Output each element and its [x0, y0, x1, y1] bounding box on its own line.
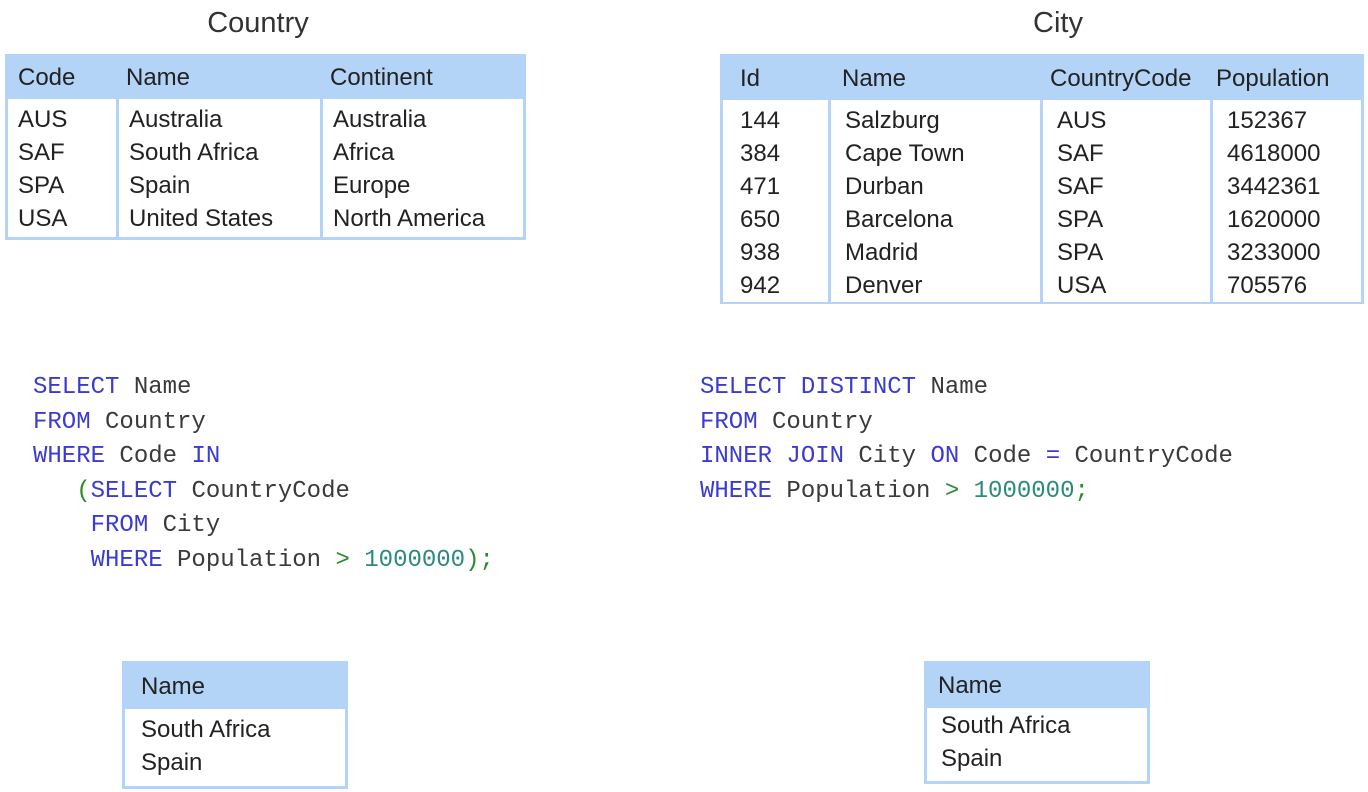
city-table: Id Name CountryCode Population 144 384 4… — [720, 54, 1364, 304]
table-cell: United States — [129, 205, 274, 232]
table-cell: 4618000 — [1227, 140, 1321, 167]
table-cell: Africa — [333, 139, 395, 166]
table-cell: SPA — [18, 172, 65, 199]
table-cell: Cape Town — [845, 140, 965, 167]
country-column-code: AUS SAF SPA USA — [8, 99, 116, 237]
table-cell: Australia — [333, 106, 427, 133]
result-column-name: South Africa Spain — [927, 708, 1147, 781]
code-line: FROM City — [33, 509, 494, 544]
subquery-result-table: Name South Africa Spain — [122, 661, 348, 789]
join-sql-code: SELECT DISTINCT Name FROM Country INNER JO… — [700, 371, 1233, 509]
country-header-name: Name — [116, 57, 320, 99]
sql-token: WHERE Population > 1000000); — [90, 546, 494, 574]
country-table-caption: Country — [207, 7, 309, 39]
table-cell: Spain — [141, 749, 203, 776]
code-line: FROM Country — [700, 406, 1233, 441]
table-cell: SAF — [18, 139, 65, 166]
table-cell: 471 — [740, 173, 781, 200]
table-cell: Denver — [845, 272, 923, 299]
code-line: (SELECT CountryCode — [33, 475, 494, 510]
result-column-name: South Africa Spain — [125, 709, 345, 786]
country-table: Code Name Continent AUS SAF SPA USA Aust… — [5, 54, 526, 240]
table-cell: SAF — [1057, 173, 1104, 200]
table-cell: 3233000 — [1227, 239, 1321, 266]
table-cell: 650 — [740, 206, 781, 233]
table-cell: SPA — [1057, 239, 1104, 266]
subquery-sql-code: SELECT Name FROM Country WHERE Code IN (SE… — [33, 371, 494, 578]
table-cell: 3442361 — [1227, 173, 1321, 200]
table-cell: Salzburg — [845, 107, 940, 134]
city-column-countrycode: AUS SAF SAF SPA SPA USA — [1040, 100, 1210, 302]
city-header-population: Population — [1210, 57, 1361, 100]
sql-token: (SELECT CountryCode — [76, 477, 350, 505]
table-cell: 144 — [740, 107, 781, 134]
country-header-continent: Continent — [320, 57, 523, 99]
sql-token: FROM Country — [700, 408, 873, 436]
city-header-id: Id — [723, 57, 828, 100]
sql-token: FROM City — [90, 512, 221, 539]
city-column-id: 144 384 471 650 938 942 — [723, 100, 828, 302]
table-cell: North America — [333, 205, 486, 232]
sql-token: FROM Country — [33, 408, 206, 436]
table-cell: 938 — [740, 239, 781, 266]
city-header-countrycode: CountryCode — [1040, 57, 1210, 100]
code-line: SELECT Name — [33, 371, 494, 406]
result-header-name: Name — [927, 664, 1147, 708]
code-line: WHERE Population > 1000000; — [700, 475, 1233, 510]
table-cell: USA — [1057, 272, 1107, 299]
code-line: WHERE Code IN — [33, 440, 494, 475]
table-cell: South Africa — [129, 139, 259, 166]
city-header-name: Name — [828, 57, 1040, 100]
table-cell: 705576 — [1227, 272, 1308, 299]
table-cell: AUS — [1057, 107, 1107, 134]
table-cell: 152367 — [1227, 107, 1308, 134]
table-cell: 1620000 — [1227, 206, 1321, 233]
code-line: FROM Country — [33, 406, 494, 441]
city-column-population: 152367 4618000 3442361 1620000 3233000 7… — [1210, 100, 1361, 302]
sql-token: SELECT Name — [33, 374, 192, 401]
code-line: SELECT DISTINCT Name — [700, 371, 1233, 406]
table-cell: Barcelona — [845, 206, 954, 233]
table-cell: Durban — [845, 173, 924, 200]
table-cell: Europe — [333, 172, 411, 199]
table-cell: Spain — [129, 172, 191, 199]
code-line: WHERE Population > 1000000); — [33, 544, 494, 579]
sql-token: INNER JOIN City ON Code = CountryCode — [700, 443, 1233, 470]
table-cell: SPA — [1057, 206, 1104, 233]
country-column-name: Australia South Africa Spain United Stat… — [116, 99, 320, 237]
table-cell: SAF — [1057, 140, 1104, 167]
join-result-table: Name South Africa Spain — [924, 661, 1150, 784]
table-cell: AUS — [18, 106, 68, 133]
table-cell: Australia — [129, 106, 223, 133]
country-column-continent: Australia Africa Europe North America — [320, 99, 523, 237]
table-cell: South Africa — [141, 716, 271, 743]
city-column-name: Salzburg Cape Town Durban Barcelona Madr… — [828, 100, 1040, 302]
sql-token: SELECT DISTINCT Name — [700, 374, 989, 401]
country-header-code: Code — [8, 57, 116, 99]
table-cell: USA — [18, 205, 68, 232]
table-cell: South Africa — [941, 712, 1071, 739]
result-header-name: Name — [125, 664, 345, 709]
table-cell: 384 — [740, 140, 781, 167]
table-cell: Spain — [941, 745, 1003, 772]
sql-token: WHERE Code IN — [33, 443, 221, 470]
sql-token: WHERE Population > 1000000; — [700, 477, 1089, 505]
city-table-caption: City — [1033, 7, 1083, 39]
code-line: INNER JOIN City ON Code = CountryCode — [700, 440, 1233, 475]
table-cell: 942 — [740, 272, 781, 299]
table-cell: Madrid — [845, 239, 919, 266]
